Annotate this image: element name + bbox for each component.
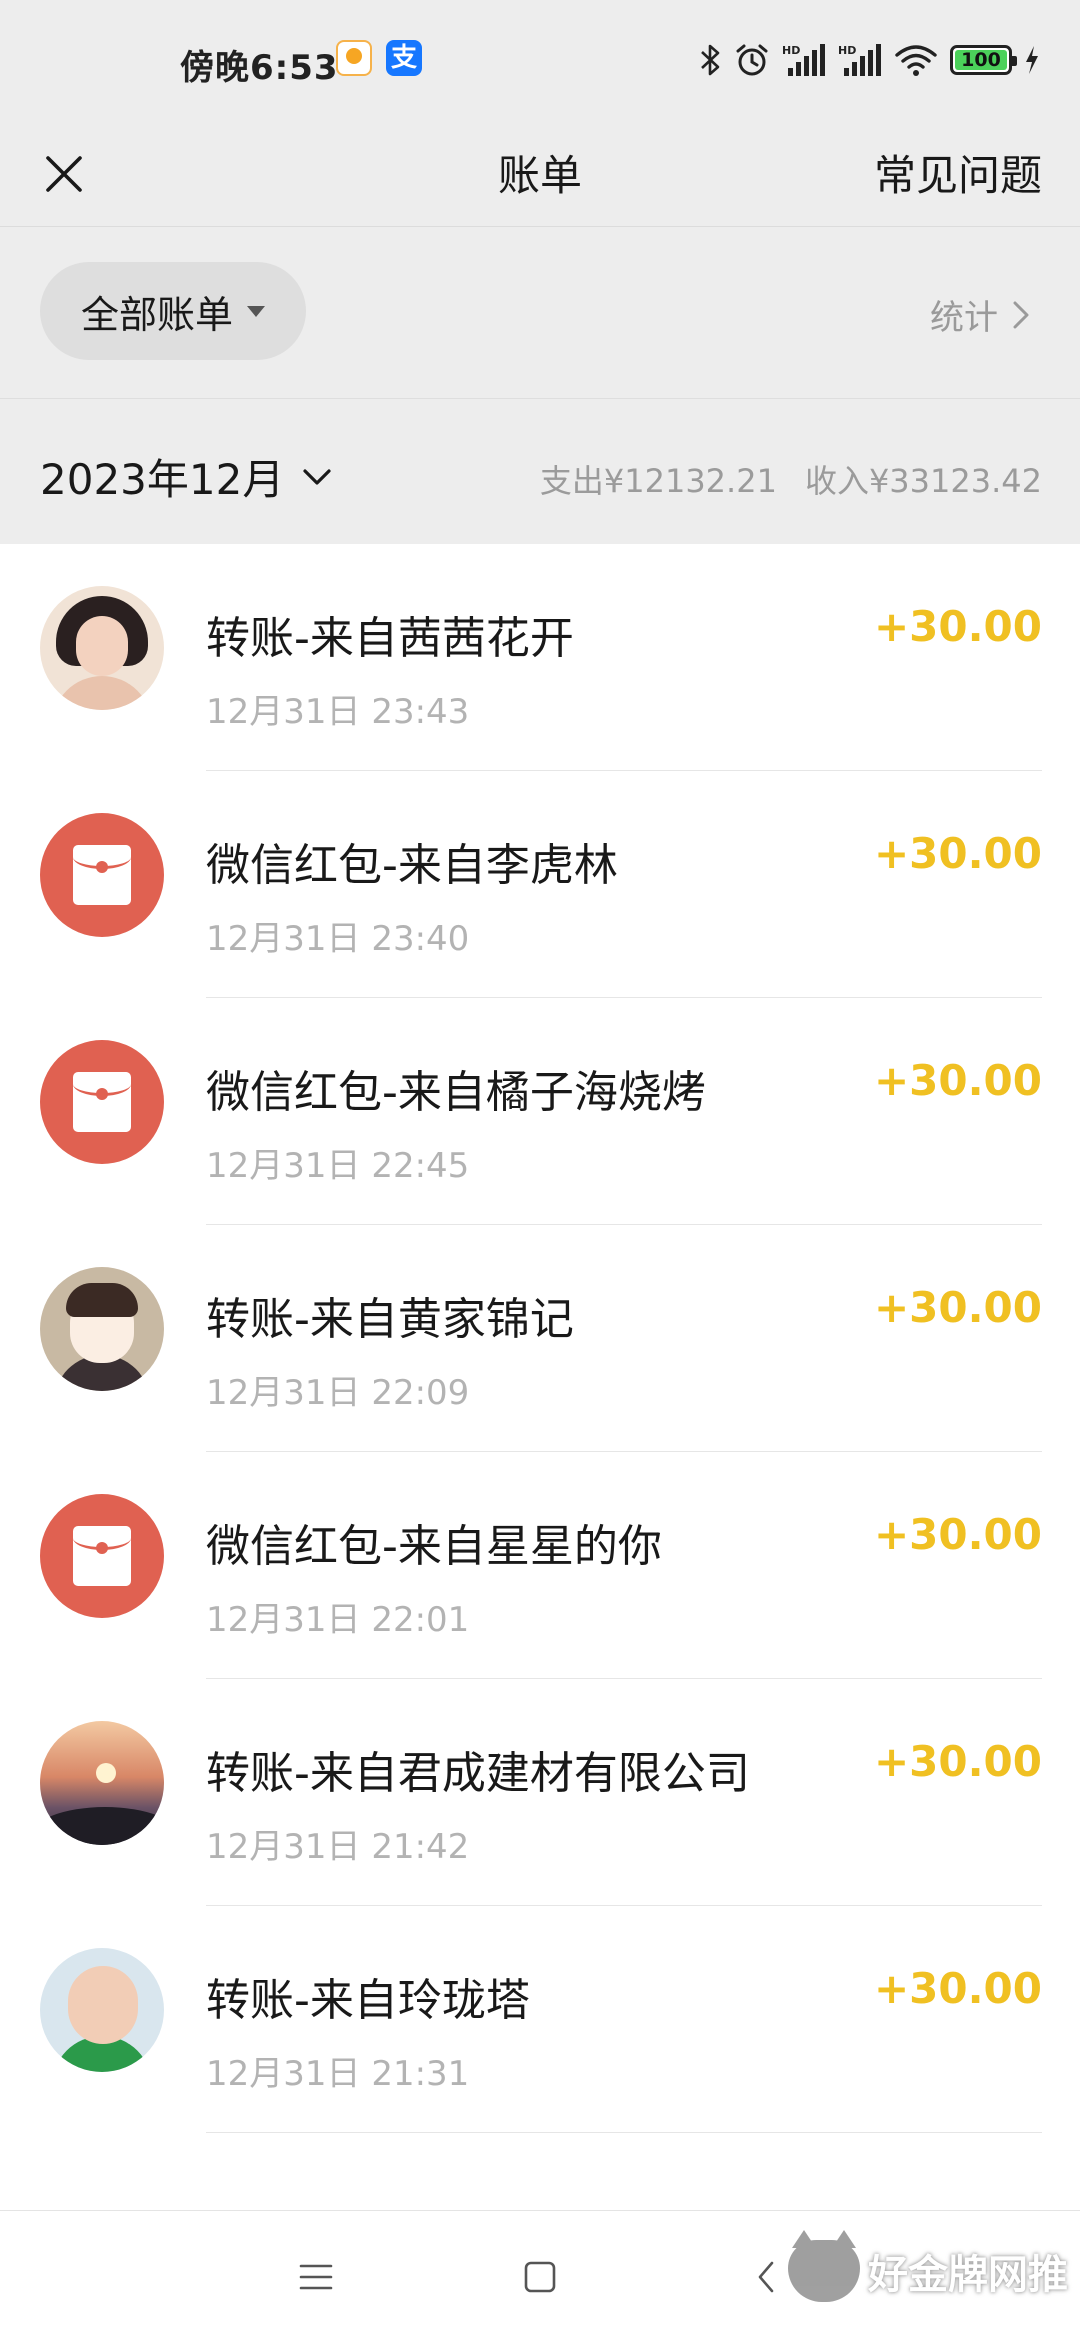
faq-link[interactable]: 常见问题 [874,142,1042,203]
transaction-amount: +30.00 [873,1510,1042,1559]
transaction-time: 12月31日 23:40 [206,919,470,959]
transaction-title: 转账-来自黄家锦记 [206,1294,574,1345]
status-time: 傍晚6:53 [180,48,339,88]
transaction-amount: +30.00 [873,602,1042,651]
transaction-title: 微信红包-来自李虎林 [206,840,618,891]
month-summary-row: 2023年12月 支出¥12132.21 收入¥33123.42 [0,400,1080,544]
transaction-item[interactable]: 转账-来自君成建材有限公司 12月31日 21:42 +30.00 [0,1679,1080,1906]
header-bar: 账单 常见问题 [0,124,1080,227]
transaction-amount: +30.00 [873,1737,1042,1786]
transaction-item[interactable]: 转账-来自茜茜花开 12月31日 23:43 +30.00 [0,544,1080,771]
back-button[interactable] [736,2247,796,2307]
transaction-item[interactable]: 转账-来自黄家锦记 12月31日 22:09 +30.00 [0,1225,1080,1452]
bill-type-filter[interactable]: 全部账单 [40,262,306,360]
transaction-time: 12月31日 22:45 [206,1146,470,1186]
transaction-amount: +30.00 [873,1283,1042,1332]
status-icons: HD HD 100 [700,38,1040,82]
cat-logo-icon [788,2230,860,2302]
filter-row: 全部账单 统计 [0,228,1080,399]
chevron-right-icon [1013,301,1029,328]
expense-total: 支出¥12132.21 [539,462,777,500]
menu-icon [299,2264,333,2290]
wifi-icon [895,45,937,76]
battery-icon: 100 [950,45,1017,75]
transaction-item[interactable]: 微信红包-来自李虎林 12月31日 23:40 +30.00 [0,771,1080,998]
avatar [40,586,164,710]
signal-hd-icon: HD [838,44,881,76]
transaction-list: 转账-来自茜茜花开 12月31日 23:43 +30.00 微信红包-来自李虎林… [0,544,1080,2210]
svg-text:HD: HD [838,44,856,57]
taobao-icon [336,40,372,76]
bluetooth-icon [701,44,720,76]
stats-label: 统计 [930,298,998,338]
alipay-icon: 支 [386,40,422,76]
bill-type-filter-label: 全部账单 [80,292,233,337]
avatar [40,1948,164,2072]
transaction-item[interactable]: 微信红包-来自星星的你 12月31日 22:01 +30.00 [0,1452,1080,1679]
chevron-down-icon [303,468,331,485]
home-button[interactable] [510,2247,570,2307]
avatar [40,1267,164,1391]
transaction-item[interactable]: 微信红包-来自橘子海烧烤 12月31日 22:45 +30.00 [0,998,1080,1225]
transaction-time: 12月31日 22:09 [206,1373,470,1413]
signal-hd-icon: HD [782,44,825,76]
back-arrow-icon [758,2261,774,2293]
transaction-title: 微信红包-来自橘子海烧烤 [206,1067,706,1118]
transaction-title: 转账-来自君成建材有限公司 [206,1748,750,1799]
square-icon [524,2261,556,2293]
income-total: 收入¥33123.42 [804,462,1042,500]
transaction-time: 12月31日 22:01 [206,1600,470,1640]
alarm-icon [736,44,768,76]
charging-icon [1026,46,1038,74]
recent-apps-button[interactable] [286,2247,346,2307]
stats-link[interactable]: 统计 [930,290,1030,339]
transaction-amount: +30.00 [873,829,1042,878]
svg-text:HD: HD [782,44,800,57]
triangle-down-icon [247,305,265,317]
red-packet-icon [40,1040,164,1164]
transaction-title: 转账-来自茜茜花开 [206,613,574,664]
month-selector[interactable]: 2023年12月 [40,446,332,507]
transaction-title: 微信红包-来自星星的你 [206,1521,662,1572]
transaction-amount: +30.00 [873,1056,1042,1105]
transaction-amount: +30.00 [873,1964,1042,2013]
watermark-text: 好金牌网推 [868,2252,1068,2298]
transaction-item[interactable]: 转账-来自玲珑塔 12月31日 21:31 +30.00 [0,1906,1080,2133]
transaction-time: 12月31日 21:31 [206,2054,470,2094]
watermark: 好金牌网推 [788,2230,1068,2302]
status-bar: 傍晚6:53 支 HD HD 100 [0,0,1080,124]
transaction-time: 12月31日 21:42 [206,1827,470,1867]
red-packet-icon [40,1494,164,1618]
battery-level: 100 [961,49,1001,71]
transaction-time: 12月31日 23:43 [206,692,470,732]
month-label: 2023年12月 [40,455,285,504]
month-totals: 支出¥12132.21 收入¥33123.42 [540,456,1042,502]
red-packet-icon [40,813,164,937]
transaction-title: 转账-来自玲珑塔 [206,1975,530,2026]
avatar [40,1721,164,1845]
divider [206,2132,1042,2133]
